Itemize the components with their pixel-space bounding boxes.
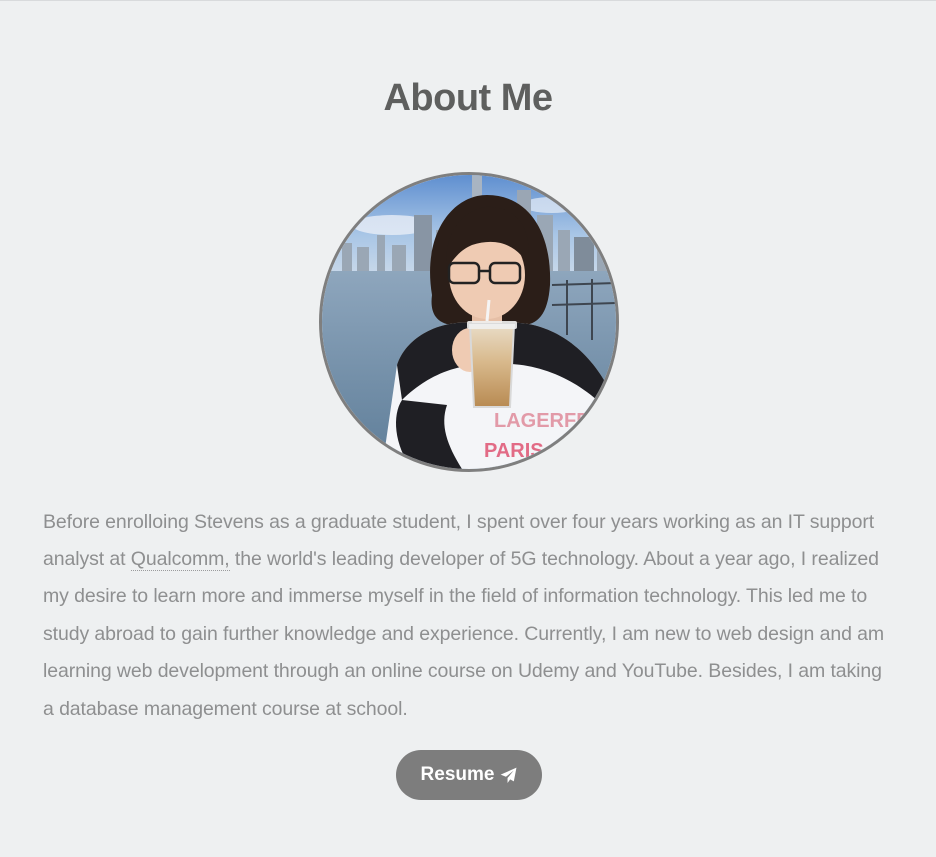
shirt-text-line-1: LAGERFELD bbox=[494, 410, 616, 432]
profile-photo-illustration: LAGERFELD PARIS bbox=[322, 175, 616, 469]
resume-button[interactable]: Resume bbox=[396, 750, 542, 800]
paper-plane-icon bbox=[500, 767, 517, 784]
bio-text-end: the world's leading developer of 5G tech… bbox=[43, 547, 885, 720]
profile-photo: LAGERFELD PARIS bbox=[319, 172, 619, 472]
shirt-text-line-2: PARIS bbox=[484, 440, 544, 462]
qualcomm-link[interactable]: Qualcomm, bbox=[130, 547, 230, 571]
about-section: About Me LAGERFELD PARIS Before enrolloi… bbox=[0, 1, 936, 857]
resume-button-label: Resume bbox=[420, 764, 495, 785]
section-title: About Me bbox=[383, 77, 553, 119]
bio-paragraph: Before enrolloing Stevens as a graduate … bbox=[43, 504, 895, 728]
